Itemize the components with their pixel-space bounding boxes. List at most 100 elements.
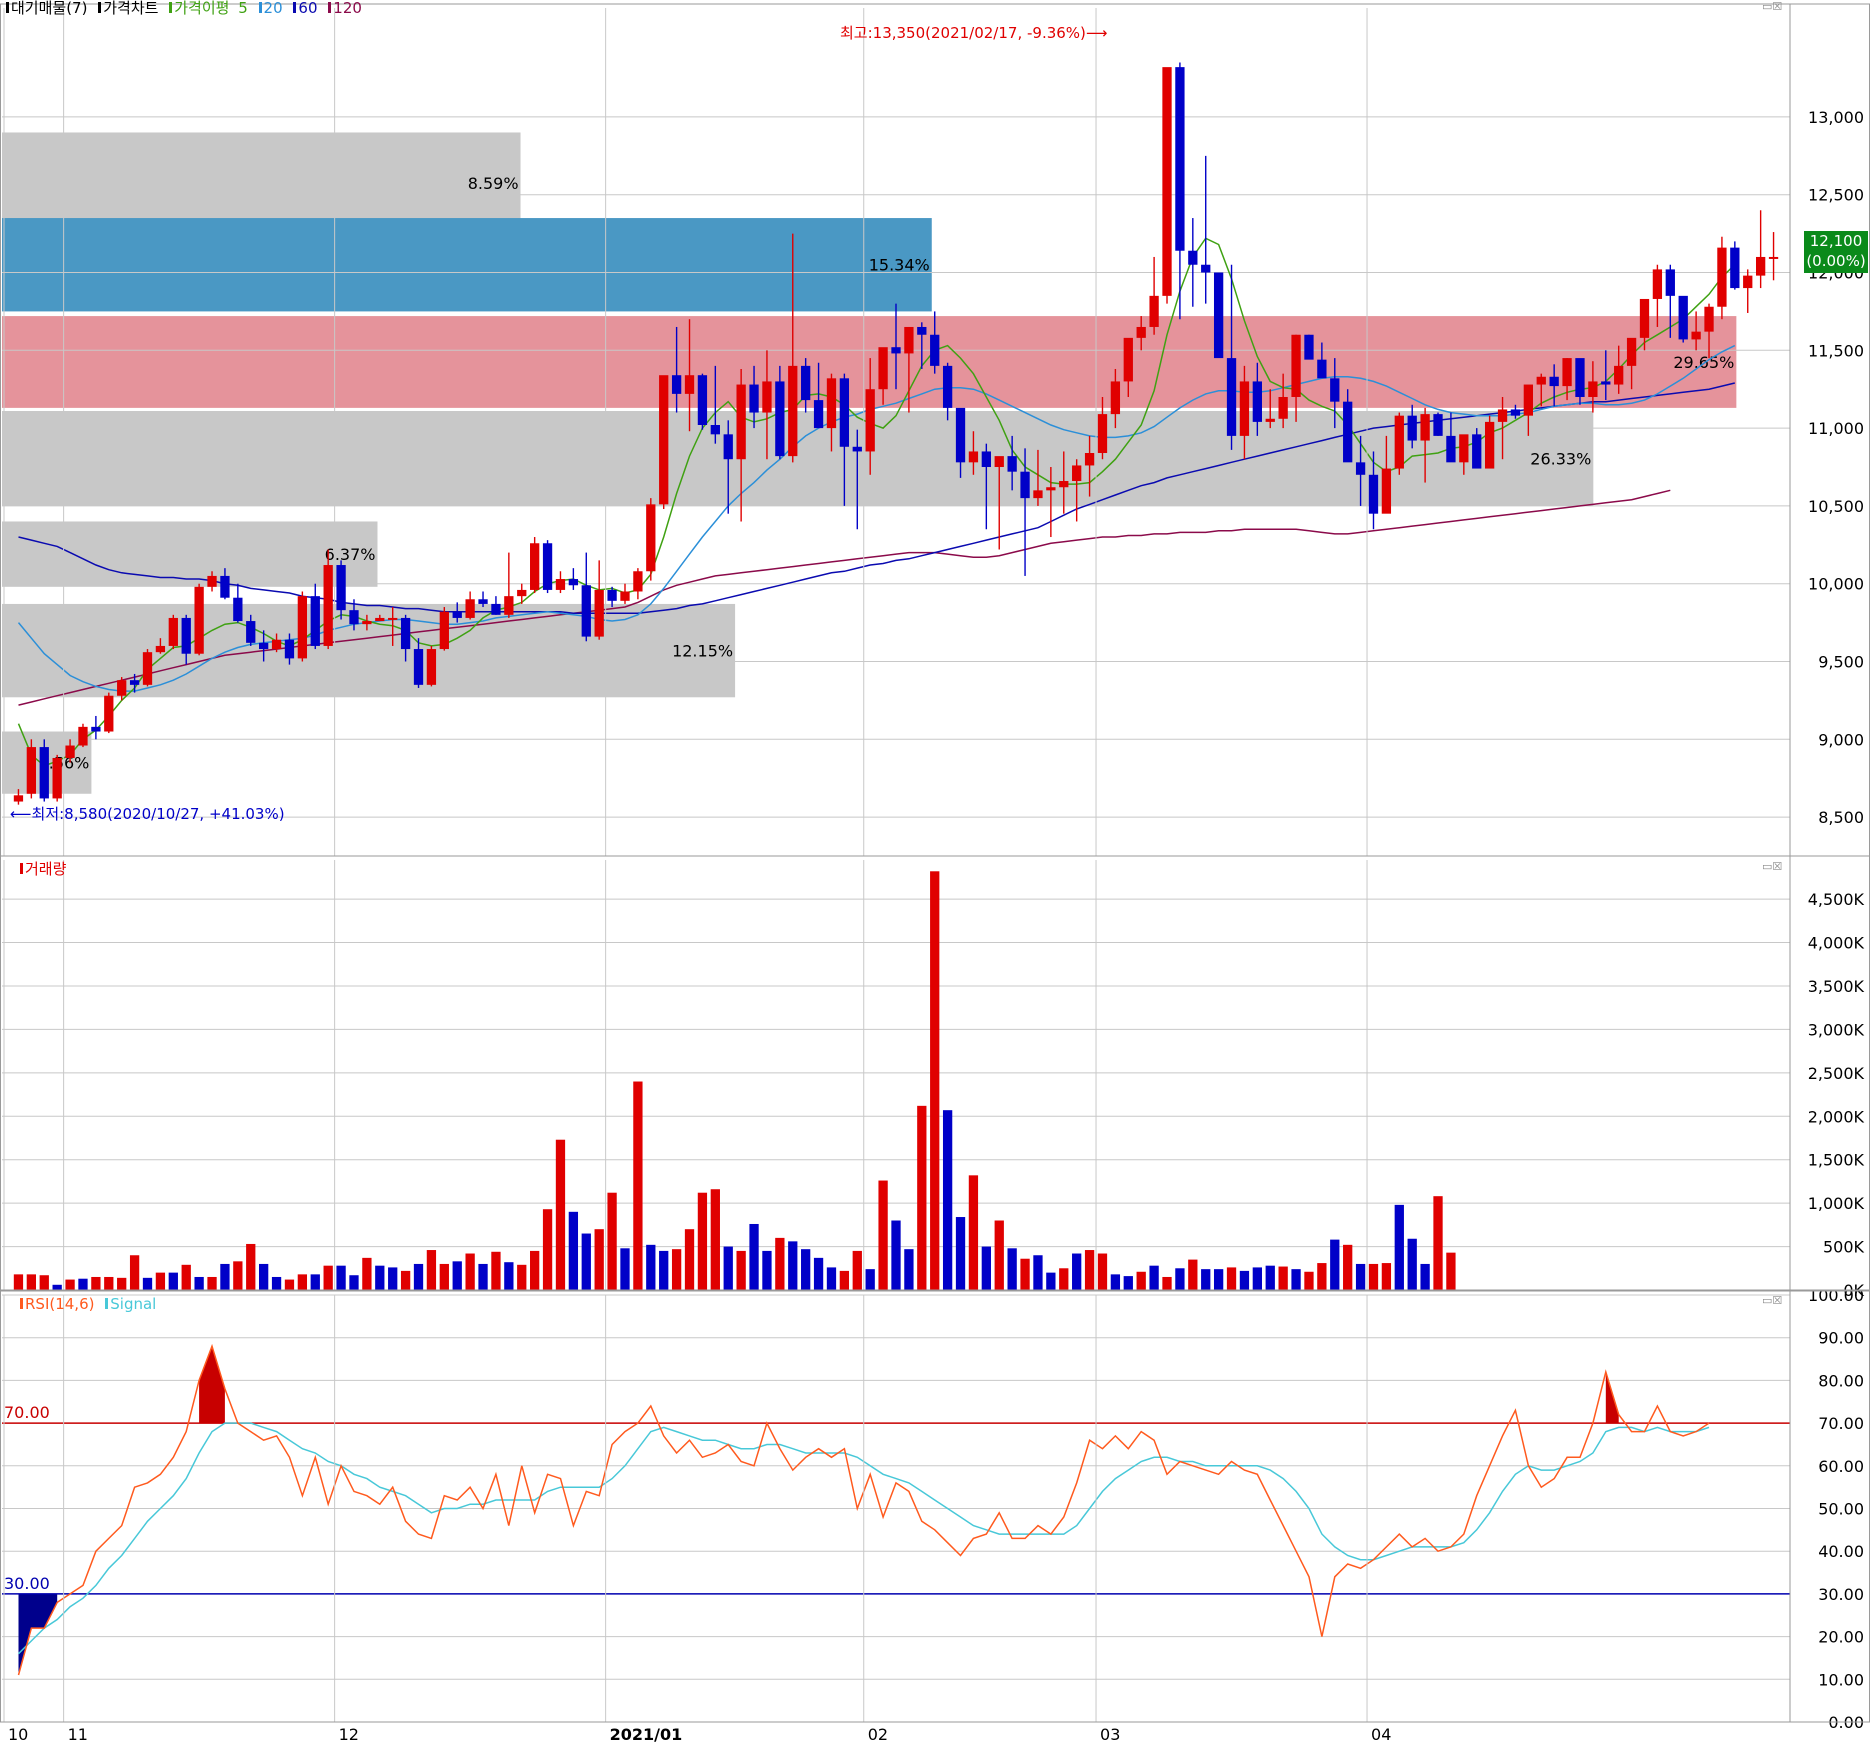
candle-body [259, 642, 269, 650]
candle-body [723, 434, 733, 460]
minimize-icon[interactable]: ▭ [1762, 1294, 1772, 1307]
legend-marker-ma [169, 2, 173, 13]
volume-bar [1368, 1263, 1379, 1290]
candle-body [413, 649, 424, 685]
candle-body [697, 375, 708, 425]
candle-body [1046, 487, 1056, 491]
volume-tick-label: 1,500K [1808, 1151, 1865, 1170]
candle-body [168, 617, 178, 646]
legend-ma5[interactable]: 5 [238, 0, 248, 17]
legend-supply-label[interactable]: 대기매물(7) [11, 0, 87, 17]
volume-bar [452, 1261, 462, 1290]
legend-ma120[interactable]: 120 [333, 0, 362, 17]
volume-bar [1381, 1263, 1392, 1290]
volume-bar [981, 1246, 991, 1290]
volume-bar [1072, 1253, 1082, 1290]
volume-bar [1446, 1252, 1456, 1290]
candle-body [1420, 414, 1430, 441]
candle-body [1226, 358, 1237, 436]
volume-bar [297, 1274, 308, 1290]
candle-body [788, 365, 798, 457]
candle-body [155, 645, 166, 653]
candle-body [981, 451, 991, 468]
supply-zone-label: 15.34% [869, 256, 930, 275]
rsi-pane[interactable]: 100.00 90.00 80.00 70.00 60.00 50.00 40.00 30.0… [2, 1286, 1864, 1732]
volume-bar [1110, 1274, 1121, 1290]
volume-bar [891, 1220, 901, 1290]
volume-bar [1213, 1269, 1224, 1290]
volume-bar [310, 1274, 320, 1290]
legend-volume-label[interactable]: 거래량 [25, 860, 66, 878]
volume-bar [723, 1246, 733, 1290]
candle-body [1678, 295, 1688, 340]
price-legend: 대기매물(7) 가격차트 가격이평 5 20 60 120 [6, 0, 362, 16]
volume-bar [26, 1274, 37, 1290]
volume-bar [1433, 1196, 1443, 1290]
minimize-icon[interactable]: ▭ [1762, 860, 1772, 873]
candle-body [878, 347, 888, 390]
volume-bar [400, 1270, 411, 1290]
supply-zone-label: 12.15% [672, 642, 733, 661]
volume-tick-label: 500K [1823, 1238, 1865, 1257]
volume-bar [388, 1267, 398, 1290]
volume-pane[interactable]: 4,500K 4,000K 3,500K 3,000K 2,500K 2,000K 1,50… [2, 871, 1865, 1300]
candle-body [517, 589, 527, 597]
price-tick-label: 11,500 [1808, 341, 1864, 360]
candle-body [1639, 298, 1650, 338]
stock-chart[interactable]: 8.59% 15.34% 29.65% 26.33% 6.37% 12.15% .56% 13… [0, 0, 1870, 1744]
close-icon[interactable]: ☒ [1772, 860, 1782, 873]
close-icon[interactable]: ☒ [1772, 0, 1782, 13]
candle-body [207, 575, 217, 587]
volume-bar [581, 1233, 591, 1290]
candle-body [594, 589, 604, 637]
volume-bar [1097, 1253, 1108, 1290]
candle-body [917, 326, 927, 335]
pane-border [0, 1290, 1870, 1723]
volume-bar [246, 1243, 256, 1290]
candle-body [323, 565, 333, 646]
volume-bar [1317, 1263, 1327, 1290]
volume-bar [1123, 1276, 1133, 1290]
price-tick-label: 10,000 [1808, 575, 1864, 594]
volume-bar [568, 1211, 579, 1290]
legend-ma20[interactable]: 20 [264, 0, 283, 17]
candle-body [1562, 358, 1572, 387]
price-tick-label: 12,500 [1808, 186, 1864, 205]
legend-rsi-label[interactable]: RSI(14,6) [25, 1295, 94, 1313]
volume-bar [865, 1269, 875, 1290]
current-price-change: (0.00%) [1806, 252, 1866, 270]
candle-body [1652, 269, 1663, 299]
volume-bar [684, 1229, 695, 1290]
legend-marker-chart [98, 2, 102, 13]
candle-body [1084, 453, 1095, 466]
volume-bar [1084, 1250, 1095, 1290]
legend-signal-label[interactable]: Signal [110, 1295, 156, 1313]
candle-body [246, 621, 256, 643]
volume-bar [1420, 1263, 1430, 1290]
close-icon[interactable]: ☒ [1772, 1294, 1782, 1307]
candle-body [1188, 250, 1198, 265]
volume-bar [181, 1264, 191, 1290]
legend-ma-label[interactable]: 가격이평 [174, 0, 229, 17]
candle-body [736, 384, 746, 460]
legend-ma60[interactable]: 60 [298, 0, 317, 17]
candle-body [942, 365, 953, 408]
price-tick-label: 9,000 [1818, 730, 1864, 749]
volume-bar [839, 1270, 850, 1290]
legend-chart-label[interactable]: 가격차트 [103, 0, 158, 17]
volume-tick-label: 4,500K [1808, 890, 1865, 909]
candle-body [542, 543, 553, 590]
candle-body [65, 745, 75, 758]
candle-body [1330, 378, 1340, 402]
volume-bar [1188, 1259, 1198, 1290]
candle-body [194, 586, 204, 654]
volume-bar [917, 1105, 927, 1290]
rsi-tick-label: 80.00 [1818, 1371, 1864, 1390]
minimize-icon[interactable]: ▭ [1762, 0, 1772, 13]
rsi-tick-label: 50.00 [1818, 1500, 1864, 1519]
candle-body [1407, 415, 1417, 441]
candle-body [26, 747, 37, 794]
volume-bar [336, 1265, 346, 1290]
price-pane[interactable]: 8.59%15.34%29.65%26.33%6.37%12.15%.56%13… [2, 62, 1864, 827]
volume-bar [555, 1139, 566, 1290]
